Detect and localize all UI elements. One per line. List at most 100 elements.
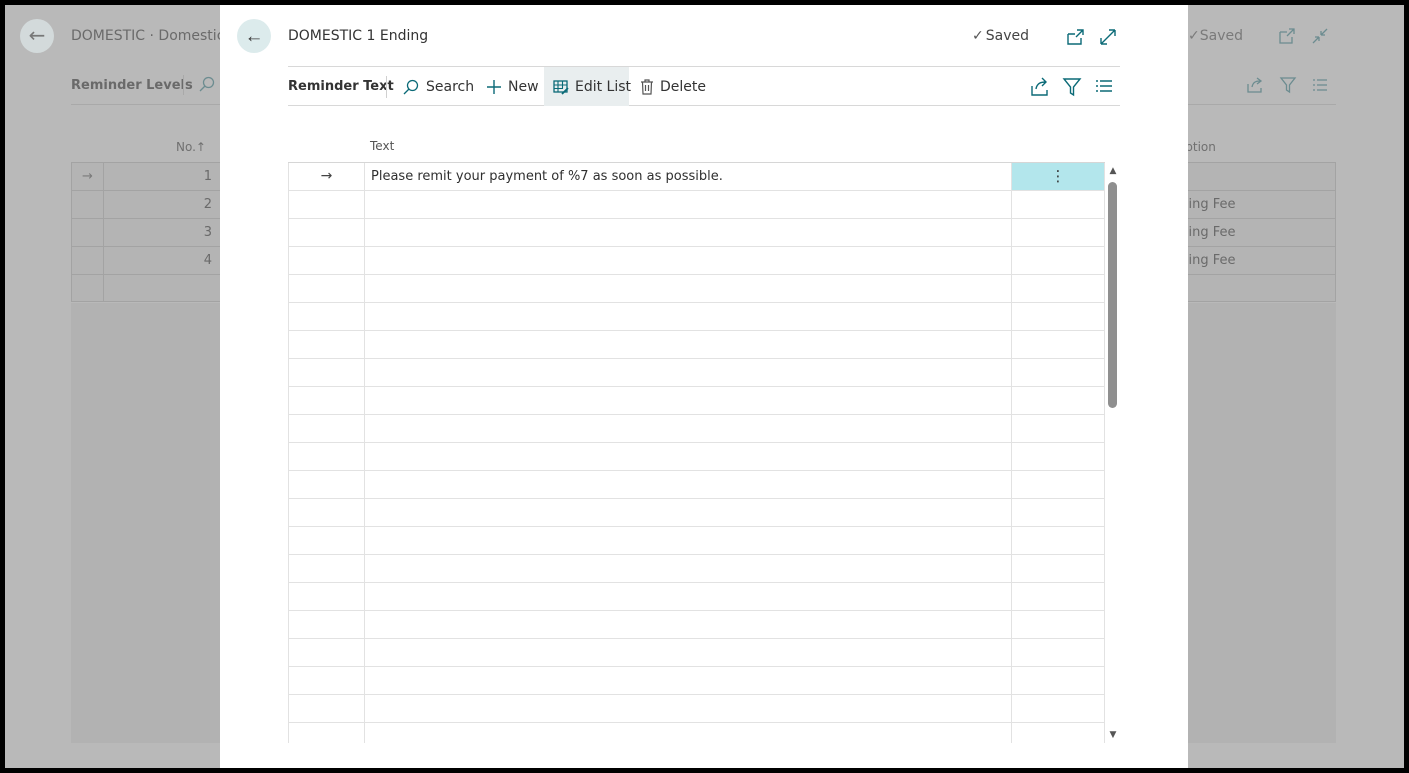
row-actions-cell [1012,303,1105,330]
text-cell[interactable] [365,303,1012,330]
row-selector[interactable] [288,303,365,330]
text-cell[interactable] [365,387,1012,414]
delete-button[interactable]: Delete [640,67,706,106]
text-cell[interactable] [365,275,1012,302]
text-cell[interactable] [365,723,1012,743]
text-cell[interactable] [365,695,1012,722]
row-selector[interactable] [288,443,365,470]
table-row[interactable]: → Please remit your payment of %7 as soo… [288,163,1105,191]
row-selector[interactable]: → [288,163,365,190]
row-selector[interactable] [288,723,365,743]
background-saved-status: ✓Saved [1188,28,1243,44]
text-cell[interactable] [365,667,1012,694]
search-button[interactable]: Search [402,67,474,106]
row-actions-cell [1012,471,1105,498]
text-cell[interactable] [365,555,1012,582]
column-header-text[interactable]: Text [370,139,394,153]
checkmark-icon: ✓ [972,28,984,44]
text-cell[interactable] [365,443,1012,470]
search-icon [199,76,215,92]
text-cell[interactable] [365,499,1012,526]
scroll-up-arrow[interactable]: ▲ [1108,166,1118,176]
background-toolbar-label: Reminder Levels [71,78,193,93]
text-cell[interactable] [365,191,1012,218]
text-cell[interactable] [365,611,1012,638]
row-actions-button[interactable]: ⋮ [1012,163,1105,190]
table-row[interactable] [288,387,1105,415]
row-selector[interactable] [288,555,365,582]
row-selector[interactable] [288,219,365,246]
background-back-button: ← [20,19,54,53]
table-row[interactable] [288,219,1105,247]
text-cell[interactable] [365,583,1012,610]
table-row[interactable] [288,611,1105,639]
row-actions-cell [1012,247,1105,274]
table-row[interactable] [288,443,1105,471]
row-actions-cell [1012,555,1105,582]
row-selector[interactable] [288,583,365,610]
table-row[interactable] [288,415,1105,443]
row-selector[interactable] [288,695,365,722]
text-cell[interactable] [365,219,1012,246]
table-row[interactable] [288,555,1105,583]
table-row[interactable] [288,359,1105,387]
row-selector[interactable] [288,499,365,526]
divider [183,75,184,95]
row-selector[interactable] [288,247,365,274]
table-row[interactable] [288,331,1105,359]
row-selector[interactable] [288,527,365,554]
share-icon[interactable] [1029,76,1051,98]
row-selector[interactable] [288,359,365,386]
row-actions-cell [1012,415,1105,442]
text-cell[interactable] [365,247,1012,274]
row-selector[interactable] [288,275,365,302]
filter-icon[interactable] [1061,76,1083,98]
back-button[interactable]: ← [237,19,271,53]
arrow-left-icon: ← [28,23,46,47]
row-actions-cell [1012,191,1105,218]
arrow-left-icon: ← [244,25,264,47]
text-cell[interactable] [365,527,1012,554]
row-selector[interactable] [288,331,365,358]
open-new-window-icon [1279,28,1295,44]
table-row[interactable] [288,639,1105,667]
table-row[interactable] [288,723,1105,743]
search-icon [402,78,420,96]
text-cell[interactable] [365,331,1012,358]
expand-icon[interactable] [1096,25,1120,49]
scroll-down-arrow[interactable]: ▼ [1108,730,1118,740]
table-row[interactable] [288,667,1105,695]
arrow-right-icon: → [320,168,333,184]
table-row[interactable] [288,695,1105,723]
list-view-icon[interactable] [1093,76,1115,98]
row-selector[interactable] [288,639,365,666]
row-selector[interactable] [288,191,365,218]
row-selector[interactable] [288,415,365,442]
edit-list-button[interactable]: Edit List [544,67,631,106]
table-row[interactable] [288,275,1105,303]
row-actions-cell [1012,219,1105,246]
toolbar-title: Reminder Text [288,79,394,94]
row-selector[interactable] [288,471,365,498]
text-cell[interactable]: Please remit your payment of %7 as soon … [365,163,1012,190]
collapse-icon [1312,28,1328,44]
table-row[interactable] [288,583,1105,611]
row-selector[interactable] [288,611,365,638]
table-row[interactable] [288,527,1105,555]
table-row[interactable] [288,471,1105,499]
open-in-new-window-icon[interactable] [1063,25,1087,49]
text-cell[interactable] [365,471,1012,498]
table-row[interactable] [288,499,1105,527]
text-cell[interactable] [365,639,1012,666]
new-button[interactable]: New [486,67,539,106]
text-cell[interactable] [365,359,1012,386]
table-row[interactable] [288,247,1105,275]
row-selector[interactable] [288,387,365,414]
text-cell[interactable] [365,415,1012,442]
scrollbar-thumb[interactable] [1108,182,1117,408]
table-row[interactable] [288,191,1105,219]
table-row[interactable] [288,303,1105,331]
row-actions-cell [1012,611,1105,638]
row-selector[interactable] [288,667,365,694]
row-actions-cell [1012,359,1105,386]
